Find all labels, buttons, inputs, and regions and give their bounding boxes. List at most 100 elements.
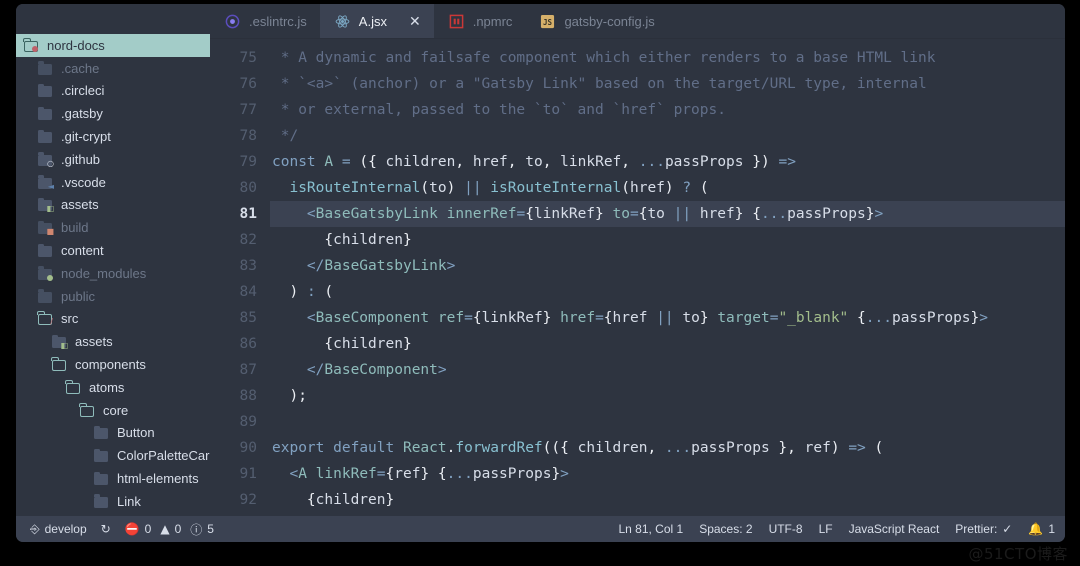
- status-notifications[interactable]: 🔔 1: [1028, 522, 1055, 536]
- code-text: {children}: [270, 336, 411, 352]
- status-branch[interactable]: ⎆ develop: [30, 522, 87, 537]
- sidebar-item-label: nord-docs: [47, 37, 105, 53]
- code-line[interactable]: 91 <A linkRef={ref} {...passProps}>: [210, 461, 1065, 487]
- code-line[interactable]: 78 */: [210, 123, 1065, 149]
- sidebar-item-cache[interactable]: .cache: [16, 57, 210, 80]
- sidebar-item-core[interactable]: core: [16, 399, 210, 422]
- code-line[interactable]: 92 {children}: [210, 487, 1065, 513]
- sidebar-item-circleci[interactable]: .circleci: [16, 80, 210, 103]
- sidebar-item-assets[interactable]: ◧ assets: [16, 330, 210, 353]
- code-token: {: [306, 492, 316, 508]
- code-token: (: [359, 154, 369, 170]
- tab-a-jsx[interactable]: A.jsx ✕: [319, 4, 434, 38]
- sidebar-item-vscode[interactable]: ◄ .vscode: [16, 171, 210, 194]
- folder-closed-icon: [38, 266, 54, 281]
- folder-closed-icon: ○: [38, 152, 54, 167]
- sidebar-item-nord-docs[interactable]: nord-docs: [16, 34, 210, 57]
- status-infos[interactable]: ⓘ 5: [190, 521, 214, 538]
- code-token: passProps: [664, 154, 744, 170]
- code-text: </BaseGatsbyLink>: [270, 258, 455, 274]
- code-token: }: [595, 206, 604, 222]
- sidebar-item-atoms[interactable]: atoms: [16, 376, 210, 399]
- code-token: ||: [673, 206, 692, 222]
- status-encoding[interactable]: UTF-8: [769, 522, 803, 536]
- sidebar-item-button[interactable]: Button: [16, 422, 210, 445]
- sidebar-item-mdx-elements[interactable]: mdx-elements: [16, 513, 210, 516]
- code-token: React: [402, 440, 447, 456]
- info-count: 5: [207, 522, 214, 536]
- code-token: >: [979, 310, 989, 326]
- code-token: (: [420, 180, 430, 196]
- sidebar-item-html-elements[interactable]: html-elements: [16, 467, 210, 490]
- status-sync[interactable]: ↻: [101, 522, 111, 536]
- code-line[interactable]: 89: [210, 409, 1065, 435]
- status-eol[interactable]: LF: [819, 522, 833, 536]
- status-language-mode[interactable]: JavaScript React: [849, 522, 940, 536]
- sidebar-item-git-crypt[interactable]: .git-crypt: [16, 125, 210, 148]
- code-line[interactable]: 84 ) : (: [210, 279, 1065, 305]
- code-line[interactable]: 75 * A dynamic and failsafe component wh…: [210, 45, 1065, 71]
- code-token: linkRef: [315, 466, 377, 482]
- code-line[interactable]: 90 export default React.forwardRef(({ chi…: [210, 435, 1065, 461]
- tab-npmrc[interactable]: .npmrc: [433, 4, 526, 38]
- sidebar-item-components[interactable]: components: [16, 353, 210, 376]
- code-token: default: [333, 440, 395, 456]
- code-token: innerRef: [446, 206, 517, 222]
- folder-closed-icon: [38, 106, 54, 121]
- code-line[interactable]: 79 const A = ({ children, href, to, linkR…: [210, 149, 1065, 175]
- editor-tab-bar[interactable]: .eslintrc.js A.jsx ✕ .npmrc JS gatsby-config.…: [210, 4, 1065, 39]
- vscode-window: nord-docs .cache .circleci .gatsby .git-cryp…: [16, 4, 1065, 542]
- code-token: children: [385, 154, 456, 170]
- code-line[interactable]: 83 </BaseGatsbyLink>: [210, 253, 1065, 279]
- code-line[interactable]: 86 {children}: [210, 331, 1065, 357]
- code-token: }: [385, 492, 395, 508]
- code-line[interactable]: 87 </BaseComponent>: [210, 357, 1065, 383]
- tab-close-icon[interactable]: ✕: [409, 14, 421, 28]
- tab-gatsby-config-js[interactable]: JS gatsby-config.js: [525, 4, 668, 38]
- status-formatter[interactable]: Prettier: ✓: [955, 522, 1012, 536]
- code-line[interactable]: 77 * or external, passed to the `to` and…: [210, 97, 1065, 123]
- code-token: {: [857, 310, 866, 326]
- sidebar-item-colorpalettecard[interactable]: ColorPaletteCard: [16, 444, 210, 467]
- sidebar-item-public[interactable]: public: [16, 285, 210, 308]
- folder-badge-icon: [32, 45, 38, 52]
- sidebar-item-label: Link: [117, 493, 141, 509]
- code-line[interactable]: 88 );: [210, 383, 1065, 409]
- code-token: "_blank": [778, 310, 849, 326]
- status-errors[interactable]: ⛔ 0: [125, 522, 152, 536]
- sidebar-item-github[interactable]: ○ .github: [16, 148, 210, 171]
- sidebar-item-assets[interactable]: ◧ assets: [16, 194, 210, 217]
- sidebar-item-gatsby[interactable]: .gatsby: [16, 102, 210, 125]
- code-line[interactable]: 76 * `<a>` (anchor) or a "Gatsby Link" b…: [210, 71, 1065, 97]
- sidebar-item-link[interactable]: Link: [16, 490, 210, 513]
- sidebar-item-build[interactable]: ■ build: [16, 216, 210, 239]
- sidebar-item-src[interactable]: / src: [16, 308, 210, 331]
- code-token: =: [464, 310, 473, 326]
- status-cursor-position[interactable]: Ln 81, Col 1: [618, 522, 683, 536]
- folder-closed-icon: ◧: [52, 334, 68, 350]
- code-line[interactable]: 93 </A>: [210, 513, 1065, 516]
- status-problems[interactable]: ⛔ 0 ▲ 0 ⓘ 5: [125, 521, 214, 538]
- code-line[interactable]: 82 {children}: [210, 227, 1065, 253]
- status-warnings[interactable]: ▲ 0: [160, 522, 181, 536]
- code-editor[interactable]: 75 * A dynamic and failsafe component wh…: [210, 39, 1065, 516]
- sidebar-item-label: .vscode: [61, 174, 106, 190]
- file-explorer-sidebar[interactable]: nord-docs .cache .circleci .gatsby .git-cryp…: [16, 4, 210, 516]
- code-line[interactable]: 81 <BaseGatsbyLink innerRef={linkRef} to…: [210, 201, 1065, 227]
- code-line[interactable]: 80 isRouteInternal(to) || isRouteInterna…: [210, 175, 1065, 201]
- tab-eslintrc-js[interactable]: .eslintrc.js: [210, 4, 320, 38]
- status-indentation[interactable]: Spaces: 2: [699, 522, 752, 536]
- code-token: ,: [455, 154, 473, 170]
- code-token: */: [272, 128, 299, 144]
- sidebar-item-content[interactable]: content: [16, 239, 210, 262]
- code-line[interactable]: 85 <BaseComponent ref={linkRef} href={hr…: [210, 305, 1065, 331]
- sidebar-item-node-modules[interactable]: node_modules: [16, 262, 210, 285]
